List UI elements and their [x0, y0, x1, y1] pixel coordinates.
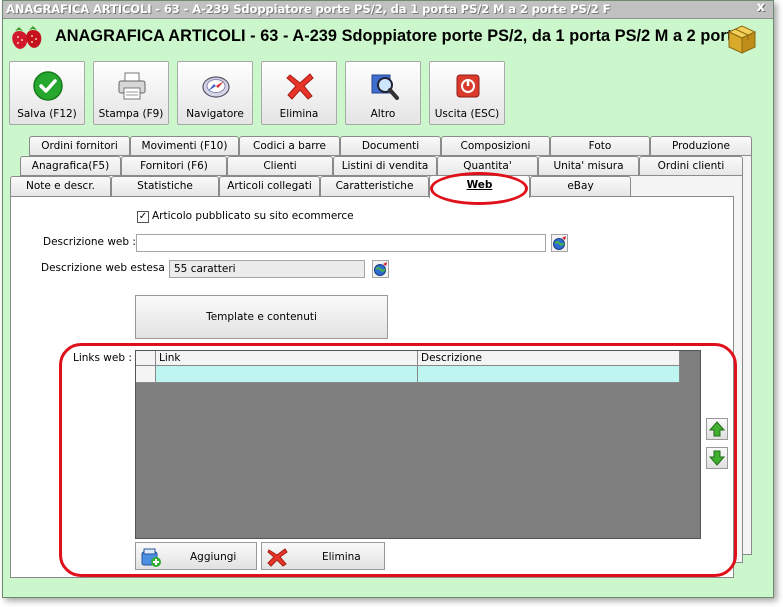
- navigator-button-label: Navigatore: [186, 108, 244, 120]
- web-extended-description-field[interactable]: 55 caratteri: [169, 260, 365, 278]
- web-description-label: Descrizione web :: [43, 236, 136, 248]
- save-button-label: Salva (F12): [17, 108, 77, 120]
- tab-codici-a-barre[interactable]: Codici a barre: [239, 136, 340, 156]
- add-bag-icon: [141, 548, 161, 567]
- arrow-up-icon: [708, 421, 726, 437]
- power-icon: [456, 74, 480, 98]
- grid-corner-header: [136, 351, 156, 366]
- grid-cell-link[interactable]: [156, 366, 418, 383]
- tab-caratteristiche[interactable]: Caratteristiche: [320, 176, 429, 196]
- tab-foto[interactable]: Foto: [550, 136, 650, 156]
- check-icon: [33, 71, 63, 101]
- add-link-button[interactable]: Aggiungi: [135, 542, 257, 570]
- web-extended-description-label: Descrizione web estesa :: [41, 262, 172, 274]
- page-title: ANAGRAFICA ARTICOLI - 63 - A-239 Sdoppia…: [55, 27, 742, 45]
- header: ANAGRAFICA ARTICOLI - 63 - A-239 Sdoppia…: [3, 19, 773, 57]
- red-x-icon: [267, 548, 288, 567]
- grid-row-indicator[interactable]: [136, 366, 156, 383]
- tab-anagrafica[interactable]: Anagrafica(F5): [20, 156, 121, 176]
- tab-quantita[interactable]: Quantita': [437, 156, 538, 176]
- tab-ordini-clienti[interactable]: Ordini clienti: [639, 156, 743, 176]
- globe-icon: [374, 262, 387, 276]
- web-description-globe-button[interactable]: [551, 234, 568, 252]
- grid-header-description[interactable]: Descrizione: [418, 351, 680, 366]
- move-up-button[interactable]: [706, 418, 728, 440]
- delete-button[interactable]: Elimina: [261, 61, 337, 125]
- print-button[interactable]: Stampa (F9): [93, 61, 169, 125]
- grid-header-link[interactable]: Link: [156, 351, 418, 366]
- web-description-field[interactable]: [136, 234, 546, 252]
- delete-button-label: Elimina: [279, 108, 319, 120]
- window-title: ANAGRAFICA ARTICOLI - 63 - A-239 Sdoppia…: [6, 2, 611, 16]
- tab-documenti[interactable]: Documenti: [340, 136, 441, 156]
- tab-articoli-collegati[interactable]: Articoli collegati: [219, 176, 320, 196]
- tab-listini-di-vendita[interactable]: Listini di vendita: [333, 156, 437, 176]
- add-link-label: Aggiungi: [190, 551, 237, 563]
- tab-web[interactable]: Web: [429, 175, 530, 198]
- published-checkbox[interactable]: ✓: [137, 211, 149, 223]
- arrow-down-icon: [708, 450, 726, 466]
- title-bar: ANAGRAFICA ARTICOLI - 63 - A-239 Sdoppia…: [3, 1, 773, 19]
- tab-ordini-fornitori[interactable]: Ordini fornitori: [29, 136, 130, 156]
- tab-movimenti[interactable]: Movimenti (F10): [130, 136, 239, 156]
- compass-icon: [202, 76, 230, 98]
- tab-composizioni[interactable]: Composizioni: [441, 136, 550, 156]
- save-button[interactable]: Salva (F12): [9, 61, 85, 125]
- move-down-button[interactable]: [706, 447, 728, 469]
- tab-fornitori[interactable]: Fornitori (F6): [121, 156, 227, 176]
- template-contents-button[interactable]: Template e contenuti: [135, 295, 388, 339]
- links-grid[interactable]: Link Descrizione: [135, 350, 701, 539]
- tab-note-e-descr[interactable]: Note e descr.: [10, 176, 111, 196]
- close-icon[interactable]: x: [757, 1, 765, 15]
- exit-button[interactable]: Uscita (ESC): [429, 61, 505, 125]
- navigator-button[interactable]: Navigatore: [177, 61, 253, 125]
- other-button[interactable]: Altro: [345, 61, 421, 125]
- delete-link-label: Elimina: [322, 551, 361, 563]
- red-x-icon: [286, 73, 314, 100]
- exit-button-label: Uscita (ESC): [434, 108, 500, 120]
- web-extended-description-globe-button[interactable]: [372, 260, 389, 278]
- strawberry-logo-icon: [12, 26, 42, 49]
- globe-icon: [553, 236, 566, 250]
- delete-link-button[interactable]: Elimina: [261, 542, 385, 570]
- package-box-icon: [727, 25, 757, 54]
- tab-ebay[interactable]: eBay: [530, 176, 631, 196]
- printer-icon: [118, 72, 146, 100]
- tab-clienti[interactable]: Clienti: [227, 156, 333, 176]
- published-label: Articolo pubblicato su sito ecommerce: [152, 210, 354, 222]
- print-button-label: Stampa (F9): [98, 108, 164, 120]
- tab-statistiche[interactable]: Statistiche: [111, 176, 219, 196]
- grid-cell-description[interactable]: [418, 366, 680, 383]
- links-web-label: Links web :: [73, 352, 132, 364]
- magnifier-icon: [371, 74, 399, 100]
- tab-unita-misura[interactable]: Unita' misura: [538, 156, 639, 176]
- other-button-label: Altro: [370, 108, 396, 120]
- tab-produzione[interactable]: Produzione: [650, 136, 752, 156]
- main-window: ANAGRAFICA ARTICOLI - 63 - A-239 Sdoppia…: [2, 0, 774, 598]
